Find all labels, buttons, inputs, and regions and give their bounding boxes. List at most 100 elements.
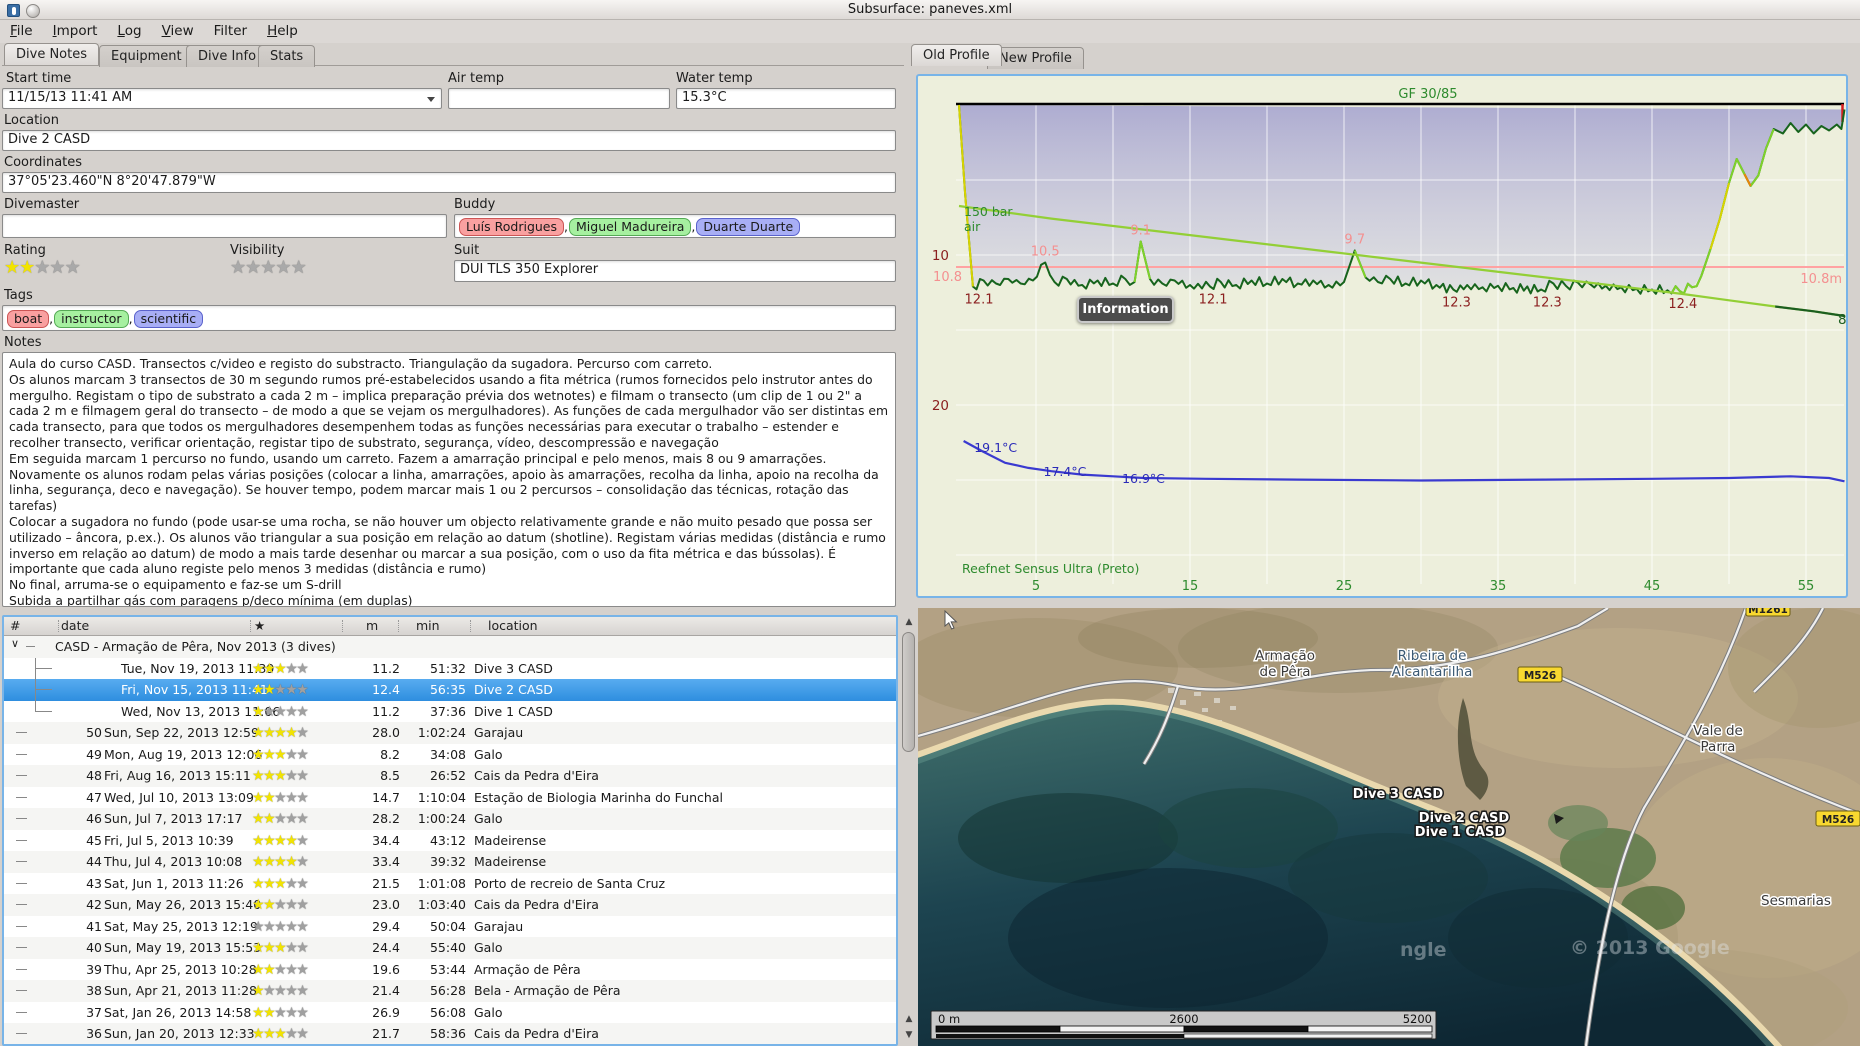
dive-number: 43 <box>86 875 102 891</box>
star-filled-icon[interactable]: ★ <box>4 257 20 278</box>
column-header-min[interactable]: min <box>416 618 440 633</box>
water-temp-field[interactable]: 15.3°C <box>676 88 896 109</box>
chip-miguel-madureira[interactable]: Miguel Madureira <box>569 218 692 236</box>
menu-filter[interactable]: Filter <box>204 20 257 42</box>
chip-instructor[interactable]: instructor <box>54 310 129 328</box>
star-empty-icon[interactable]: ★ <box>275 257 291 278</box>
star-empty-icon[interactable]: ★ <box>65 257 81 278</box>
chip-boat[interactable]: boat <box>7 310 50 328</box>
menu-log[interactable]: Log <box>107 20 151 42</box>
star-filled-icon[interactable]: ★ <box>19 257 35 278</box>
star-filled-icon: ★ <box>285 854 298 870</box>
location-field[interactable]: Dive 2 CASD <box>2 130 896 151</box>
dive-site-label[interactable]: Dive 3 CASD <box>1351 786 1445 804</box>
star-empty-icon: ★ <box>296 682 309 698</box>
column-header-location[interactable]: location <box>488 618 538 633</box>
dive-row[interactable]: 36 Sun, Jan 20, 2013 12:33 ★★★★★ 21.7 58:36 C… <box>4 1023 896 1044</box>
tab-equipment[interactable]: Equipment <box>99 45 194 67</box>
star-empty-icon: ★ <box>274 703 287 720</box>
chip-scientific[interactable]: scientific <box>133 310 204 328</box>
column-header-m[interactable]: m <box>366 618 378 633</box>
chip-luís-rodrigues[interactable]: Luís Rodrigues <box>459 218 565 236</box>
chip-duarte-duarte[interactable]: Duarte Duarte <box>696 218 801 236</box>
satellite-map[interactable]: Armação de Pêra Ribeira de Alcantarilha Vale… <box>918 608 1860 1046</box>
trip-header-row[interactable]: ∨ CASD - Armação de Pêra, Nov 2013 (3 div… <box>4 636 896 658</box>
dive-row[interactable]: 47 Wed, Jul 10, 2013 13:09 ★★★★★ 14.7 1:10:0… <box>4 787 896 809</box>
dive-row[interactable]: 37 Sat, Jan 26, 2013 14:58 ★★★★★ 26.9 56:08 G… <box>4 1002 896 1024</box>
map-place-label: Armação <box>1255 648 1315 664</box>
start-time-combo[interactable]: 11/15/13 11:41 AM <box>2 88 442 109</box>
dive-list-header[interactable]: # date ★ m min location <box>4 617 896 636</box>
column-header-date[interactable]: date <box>61 618 89 633</box>
tab-dive-info[interactable]: Dive Info <box>186 45 269 67</box>
chevron-down-icon[interactable] <box>427 97 435 102</box>
coordinates-field[interactable]: 37°05'23.460"N 8°20'47.879"W <box>2 172 896 193</box>
star-empty-icon[interactable]: ★ <box>260 257 276 278</box>
dive-row[interactable]: 41 Sat, May 25, 2013 12:19 ★★★★★ 29.4 50:04 G… <box>4 916 896 938</box>
star-filled-icon: ★ <box>274 1026 287 1042</box>
dive-list-scrollbar[interactable]: ▲ ▲ ▼ <box>900 615 918 1046</box>
divemaster-field[interactable] <box>2 214 447 238</box>
star-empty-icon[interactable]: ★ <box>34 257 50 278</box>
dive-row[interactable]: Wed, Nov 13, 2013 11:06 ★★★★★ 11.2 37:36 Div… <box>4 700 896 723</box>
menu-file[interactable]: File <box>0 20 43 42</box>
dive-location: Garajau <box>474 918 524 934</box>
star-filled-icon: ★ <box>285 832 298 849</box>
star-filled-icon: ★ <box>252 1004 265 1021</box>
max-depth-label: 12.3 <box>1442 296 1471 311</box>
tags-field[interactable]: boat, instructor, scientific <box>2 305 896 331</box>
dive-row[interactable]: 38 Sun, Apr 21, 2013 11:28 ★★★★★ 21.4 56:28 B… <box>4 980 896 1002</box>
dive-row[interactable]: 46 Sun, Jul 7, 2013 17:17 ★★★★★ 28.2 1:00:24… <box>4 808 896 830</box>
suit-field[interactable]: DUI TLS 350 Explorer <box>454 260 896 282</box>
dive-row[interactable]: 50 Sun, Sep 22, 2013 12:59 ★★★★★ 28.0 1:02:2… <box>4 722 896 744</box>
scrollbar-thumb[interactable] <box>902 632 915 752</box>
visibility-stars[interactable]: ★★★★★ <box>230 257 307 278</box>
scroll-down-icon[interactable]: ▼ <box>902 1029 916 1042</box>
dive-row[interactable]: 48 Fri, Aug 16, 2013 15:11 ★★★★★ 8.5 26:52 Ca… <box>4 765 896 787</box>
collapse-icon[interactable]: ∨ <box>11 637 19 650</box>
dive-site-label[interactable]: Dive 2 CASD <box>1417 810 1511 828</box>
dive-site-label[interactable]: Dive 1 CASD <box>1413 824 1507 842</box>
scroll-up2-icon[interactable]: ▲ <box>902 1013 916 1026</box>
dive-row[interactable]: 39 Thu, Apr 25, 2013 10:28 ★★★★★ 19.6 53:44 A… <box>4 959 896 981</box>
star-filled-icon: ★ <box>252 811 265 827</box>
rating-stars[interactable]: ★★★★★ <box>4 257 81 278</box>
dive-rating: ★★★★★ <box>252 937 309 960</box>
dive-row[interactable]: Tue, Nov 19, 2013 11:39 ★★★★★ 11.2 51:32 Div… <box>4 657 896 679</box>
star-filled-icon: ★ <box>252 875 265 892</box>
column-header-stars[interactable]: ★ <box>254 618 265 633</box>
tab-dive-notes[interactable]: Dive Notes <box>4 43 99 65</box>
column-separator <box>250 620 251 632</box>
star-empty-icon[interactable]: ★ <box>49 257 65 278</box>
road-badge-label: M526 <box>1524 670 1556 682</box>
star-filled-icon: ★ <box>263 811 276 827</box>
dive-number: 38 <box>86 983 102 998</box>
scroll-up-icon[interactable]: ▲ <box>902 616 916 629</box>
tab-stats[interactable]: Stats <box>258 45 316 67</box>
tab-old-profile[interactable]: Old Profile <box>911 44 1002 66</box>
dive-row-selected[interactable]: Fri, Nov 15, 2013 11:41 ★★★★★ 12.4 56:35 Div… <box>4 679 896 701</box>
dive-row[interactable]: 45 Fri, Jul 5, 2013 10:39 ★★★★★ 34.4 43:12 Ma… <box>4 830 896 852</box>
column-header-num[interactable]: # <box>10 618 20 633</box>
dive-date: Fri, Nov 15, 2013 11:41 <box>121 682 268 697</box>
star-empty-icon[interactable]: ★ <box>245 257 261 278</box>
dive-list[interactable]: # date ★ m min location ∨ CASD - Armação de Pê… <box>2 615 898 1046</box>
menu-help[interactable]: Help <box>257 20 308 42</box>
dive-rating: ★★★★★ <box>252 722 309 745</box>
menu-view[interactable]: View <box>152 20 204 42</box>
air-temp-field[interactable] <box>448 88 670 109</box>
dive-row[interactable]: 49 Mon, Aug 19, 2013 12:06 ★★★★★ 8.2 34:08 Ga… <box>4 744 896 766</box>
information-button[interactable]: Information <box>1077 296 1174 323</box>
dive-row[interactable]: 43 Sat, Jun 1, 2013 11:26 ★★★★★ 21.5 1:01:08… <box>4 873 896 895</box>
dive-rating: ★★★★★ <box>252 1023 309 1044</box>
star-empty-icon[interactable]: ★ <box>230 257 246 278</box>
menu-import[interactable]: Import <box>43 20 108 42</box>
star-filled-icon: ★ <box>252 660 265 677</box>
buddy-field[interactable]: Luís Rodrigues, Miguel Madureira, Duarte D… <box>454 214 896 238</box>
dive-row[interactable]: 40 Sun, May 19, 2013 15:53 ★★★★★ 24.4 55:40 G… <box>4 937 896 959</box>
star-empty-icon[interactable]: ★ <box>291 257 307 278</box>
notes-textarea[interactable]: Aula do curso CASD. Transectos c/video e… <box>2 352 896 607</box>
dive-row[interactable]: 42 Sun, May 26, 2013 15:40 ★★★★★ 23.0 1:03:4… <box>4 894 896 916</box>
dive-row[interactable]: 44 Thu, Jul 4, 2013 10:08 ★★★★★ 33.4 39:32 Ma… <box>4 851 896 873</box>
star-filled-icon: ★ <box>274 854 287 870</box>
